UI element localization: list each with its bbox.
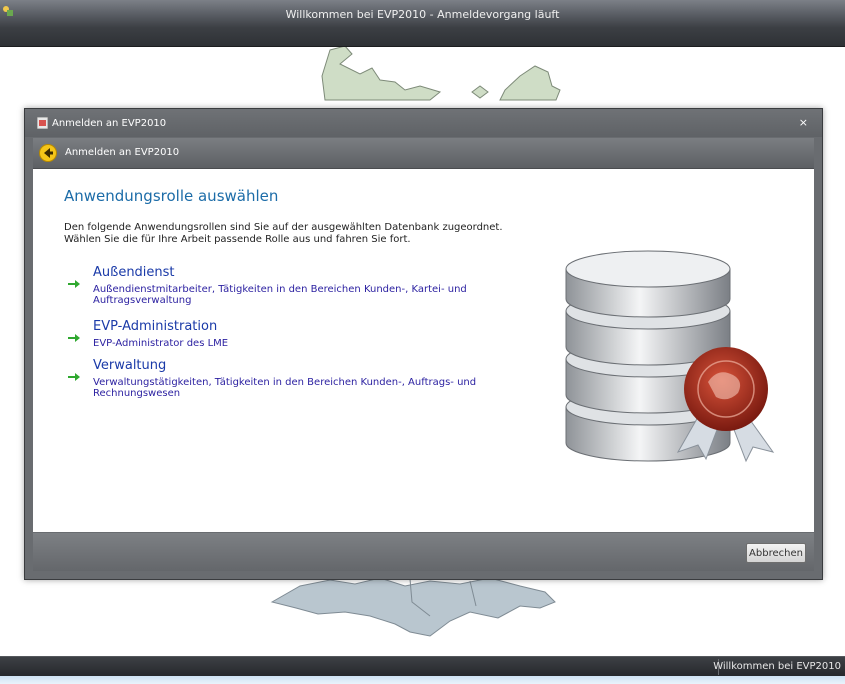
status-text: Willkommen bei EVP2010 — [713, 661, 841, 672]
green-arrow-icon — [68, 373, 80, 381]
role-description: Außendienstmitarbeiter, Tätigkeiten in d… — [93, 284, 467, 306]
page-heading: Anwendungsrolle auswählen — [64, 187, 279, 205]
database-seal-icon — [565, 250, 775, 463]
role-title: EVP-Administration — [93, 319, 218, 334]
dialog-title: Anmelden an EVP2010 — [52, 118, 167, 129]
dialog-navigation-bar: Anmelden an EVP2010 — [33, 138, 814, 169]
role-title: Verwaltung — [93, 358, 167, 373]
dialog-footer: Abbrechen — [33, 533, 814, 571]
dialog-app-icon — [37, 117, 48, 129]
green-arrow-icon — [68, 334, 80, 342]
instruction-text: Den folgende Anwendungsrollen sind Sie a… — [64, 222, 503, 245]
dialog-content: Anwendungsrolle auswählen Den folgende A… — [33, 169, 814, 532]
dialog-title-bar[interactable]: Anmelden an EVP2010 × — [25, 109, 822, 137]
role-description: EVP-Administrator des LME — [93, 338, 229, 349]
navigation-title: Anmelden an EVP2010 — [65, 147, 180, 158]
status-bar: Willkommen bei EVP2010 — [0, 656, 845, 677]
cancel-button[interactable]: Abbrechen — [746, 543, 806, 563]
green-arrow-icon — [68, 280, 80, 288]
login-dialog: Anmelden an EVP2010 × Anmelden an EVP201… — [24, 108, 823, 580]
taskbar-strip — [0, 676, 845, 684]
close-icon[interactable]: × — [799, 116, 808, 129]
app-title-bar: Willkommen bei EVP2010 - Anmeldevorgang … — [0, 0, 845, 47]
back-arrow-icon[interactable] — [39, 144, 57, 162]
role-title: Außendienst — [93, 265, 175, 280]
app-window-title: Willkommen bei EVP2010 - Anmeldevorgang … — [285, 8, 560, 21]
role-description: Verwaltungstätigkeiten, Tätigkeiten in d… — [93, 377, 477, 399]
